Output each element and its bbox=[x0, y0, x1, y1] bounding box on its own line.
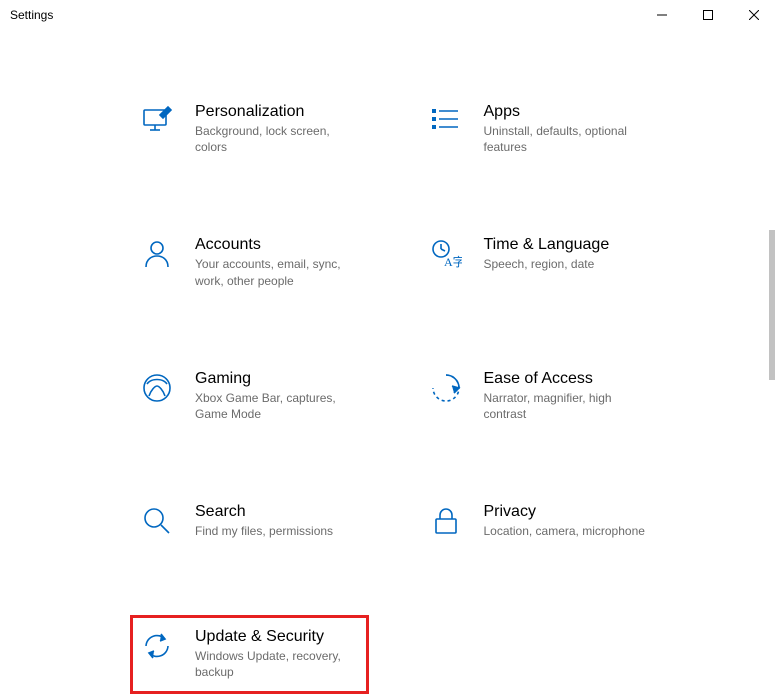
titlebar: Settings bbox=[0, 0, 777, 30]
privacy-icon bbox=[430, 505, 462, 537]
gaming-icon bbox=[141, 372, 173, 404]
tile-gaming[interactable]: Gaming Xbox Game Bar, captures, Game Mod… bbox=[130, 357, 369, 435]
tile-apps[interactable]: Apps Uninstall, defaults, optional featu… bbox=[419, 90, 658, 168]
scrollbar[interactable] bbox=[765, 30, 777, 634]
ease-of-access-icon bbox=[430, 372, 462, 404]
empty-cell bbox=[419, 615, 658, 693]
tile-title: Privacy bbox=[484, 503, 645, 521]
tile-text: Apps Uninstall, defaults, optional featu… bbox=[484, 103, 647, 155]
tile-title: Time & Language bbox=[484, 236, 610, 254]
tile-accounts[interactable]: Accounts Your accounts, email, sync, wor… bbox=[130, 223, 369, 301]
tile-desc: Background, lock screen, colors bbox=[195, 123, 358, 155]
update-security-icon bbox=[141, 630, 173, 662]
tile-text: Privacy Location, camera, microphone bbox=[484, 503, 645, 539]
apps-icon bbox=[430, 105, 462, 137]
window-controls bbox=[639, 0, 777, 30]
tile-desc: Xbox Game Bar, captures, Game Mode bbox=[195, 390, 358, 422]
tile-desc: Find my files, permissions bbox=[195, 523, 333, 539]
tile-title: Update & Security bbox=[195, 628, 358, 646]
tile-title: Personalization bbox=[195, 103, 358, 121]
tile-desc: Speech, region, date bbox=[484, 256, 610, 272]
settings-grid: Personalization Background, lock screen,… bbox=[130, 90, 657, 694]
tile-desc: Uninstall, defaults, optional features bbox=[484, 123, 647, 155]
minimize-icon bbox=[657, 10, 667, 20]
tile-text: Personalization Background, lock screen,… bbox=[195, 103, 358, 155]
tile-title: Ease of Access bbox=[484, 370, 647, 388]
tile-title: Search bbox=[195, 503, 333, 521]
search-icon bbox=[141, 505, 173, 537]
tile-text: Ease of Access Narrator, magnifier, high… bbox=[484, 370, 647, 422]
tile-desc: Narrator, magnifier, high contrast bbox=[484, 390, 647, 422]
settings-content: Personalization Background, lock screen,… bbox=[0, 30, 777, 694]
time-language-icon: A字 bbox=[430, 238, 462, 270]
tile-text: Time & Language Speech, region, date bbox=[484, 236, 610, 272]
maximize-icon bbox=[703, 10, 713, 20]
tile-ease-of-access[interactable]: Ease of Access Narrator, magnifier, high… bbox=[419, 357, 658, 435]
window-title: Settings bbox=[10, 8, 53, 22]
accounts-icon bbox=[141, 238, 173, 270]
tile-desc: Windows Update, recovery, backup bbox=[195, 648, 358, 680]
tile-text: Accounts Your accounts, email, sync, wor… bbox=[195, 236, 358, 288]
tile-title: Gaming bbox=[195, 370, 358, 388]
svg-text:A字: A字 bbox=[444, 254, 462, 269]
maximize-button[interactable] bbox=[685, 0, 731, 30]
tile-desc: Location, camera, microphone bbox=[484, 523, 645, 539]
tile-text: Gaming Xbox Game Bar, captures, Game Mod… bbox=[195, 370, 358, 422]
tile-title: Apps bbox=[484, 103, 647, 121]
tile-title: Accounts bbox=[195, 236, 358, 254]
tile-time-language[interactable]: A字 Time & Language Speech, region, date bbox=[419, 223, 658, 301]
tile-text: Update & Security Windows Update, recove… bbox=[195, 628, 358, 680]
tile-desc: Your accounts, email, sync, work, other … bbox=[195, 256, 358, 288]
tile-search[interactable]: Search Find my files, permissions bbox=[130, 490, 369, 560]
close-button[interactable] bbox=[731, 0, 777, 30]
tile-personalization[interactable]: Personalization Background, lock screen,… bbox=[130, 90, 369, 168]
tile-update-security[interactable]: Update & Security Windows Update, recove… bbox=[130, 615, 369, 693]
tile-text: Search Find my files, permissions bbox=[195, 503, 333, 539]
tile-privacy[interactable]: Privacy Location, camera, microphone bbox=[419, 490, 658, 560]
minimize-button[interactable] bbox=[639, 0, 685, 30]
close-icon bbox=[749, 10, 759, 20]
scrollbar-thumb[interactable] bbox=[769, 230, 775, 380]
personalization-icon bbox=[141, 105, 173, 137]
